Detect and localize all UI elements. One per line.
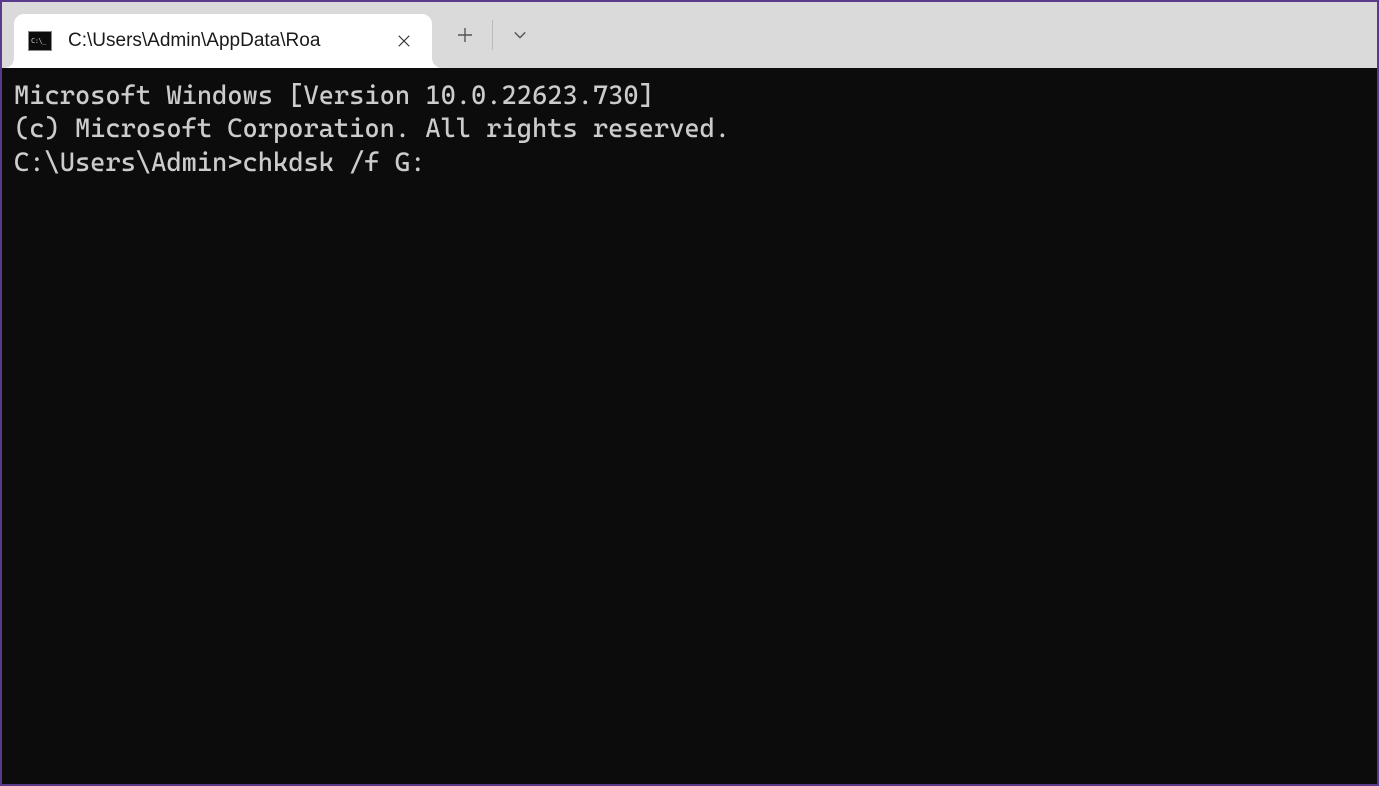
active-tab[interactable]: C:\_ C:\Users\Admin\AppData\Roa <box>14 14 432 68</box>
titlebar-actions <box>440 2 545 68</box>
terminal-prompt: C:\Users\Admin> <box>14 148 243 178</box>
terminal-command-input[interactable]: chkdsk /f G: <box>243 148 426 178</box>
titlebar[interactable]: C:\_ C:\Users\Admin\AppData\Roa <box>2 2 1377 68</box>
terminal-prompt-line: C:\Users\Admin>chkdsk /f G: <box>14 147 1365 180</box>
cmd-icon: C:\_ <box>28 31 52 51</box>
terminal-viewport[interactable]: Microsoft Windows [Version 10.0.22623.73… <box>2 68 1377 784</box>
divider <box>492 20 493 50</box>
close-tab-button[interactable] <box>390 27 418 55</box>
plus-icon <box>457 27 473 43</box>
terminal-output-line: Microsoft Windows [Version 10.0.22623.73… <box>14 80 1365 113</box>
tab-title: C:\Users\Admin\AppData\Roa <box>68 30 382 52</box>
chevron-down-icon <box>513 28 527 42</box>
terminal-output-line: (c) Microsoft Corporation. All rights re… <box>14 113 1365 146</box>
tab-dropdown-button[interactable] <box>495 14 545 56</box>
terminal-window: C:\_ C:\Users\Admin\AppData\Roa <box>0 0 1379 786</box>
close-icon <box>397 34 411 48</box>
new-tab-button[interactable] <box>440 14 490 56</box>
